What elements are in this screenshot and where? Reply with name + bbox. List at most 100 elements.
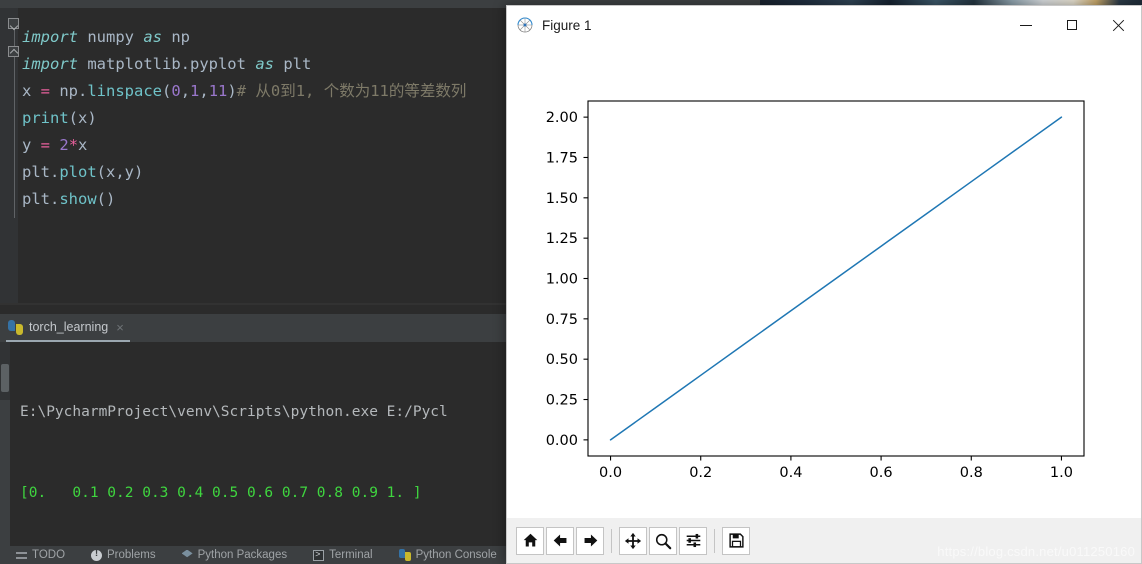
zoom-button[interactable] — [649, 526, 677, 555]
y-axis-tick-label: 1.50 — [546, 191, 578, 207]
code-token: print — [22, 109, 69, 127]
code-token: , — [199, 82, 209, 100]
code-token: np — [162, 28, 190, 46]
code-token: () — [96, 190, 116, 208]
y-axis-tick-label: 0.00 — [546, 433, 578, 449]
code-line: x = np.linspace(0,1,11)# 从0到1, 个数为11的等差数… — [22, 78, 466, 105]
minimize-button[interactable] — [1003, 6, 1049, 44]
subplots-button[interactable] — [679, 526, 707, 555]
y-axis-tick-label: 0.25 — [546, 393, 578, 409]
code-token: * — [68, 136, 79, 154]
figure-navigation-toolbar — [507, 518, 1141, 563]
save-button[interactable] — [722, 526, 750, 555]
move-arrows-icon — [624, 532, 642, 550]
y-axis-tick-label: 2.00 — [546, 110, 578, 126]
python-logo-icon — [8, 319, 23, 335]
status-item-label: Python Console — [415, 549, 497, 561]
code-token: = — [40, 82, 51, 100]
code-token: numpy — [78, 28, 144, 46]
status-item-label: TODO — [32, 549, 66, 561]
run-tab-torch-learning[interactable]: torch_learning × — [6, 314, 130, 342]
scrollbar-thumb[interactable] — [1, 364, 9, 392]
code-token: plt. — [22, 163, 60, 181]
pan-button[interactable] — [619, 526, 647, 555]
console-command-line: E:\PycharmProject\venv\Scripts\python.ex… — [20, 404, 448, 420]
code-token: 1 — [190, 82, 200, 100]
line-chart: 0.0 0.2 0.4 0.6 0.8 1.0 0.00 0.25 0.50 0.75 1.00 1.… — [546, 100, 1085, 481]
status-item-problems[interactable]: Problems — [91, 548, 156, 561]
code-token: import — [22, 55, 78, 73]
code-token: 0 — [171, 82, 181, 100]
code-token: matplotlib.pyplot — [78, 55, 256, 73]
floppy-disk-icon — [728, 532, 745, 549]
code-token: plt. — [22, 190, 60, 208]
code-token: ) — [227, 82, 237, 100]
y-axis-tick-label: 1.00 — [546, 272, 578, 288]
code-token: (x) — [68, 109, 97, 127]
window-controls — [1003, 6, 1141, 44]
todo-icon — [16, 550, 27, 561]
status-item-label: Problems — [107, 549, 156, 561]
sliders-icon — [685, 532, 702, 549]
home-icon — [522, 532, 539, 549]
fold-marker-icon[interactable] — [8, 18, 19, 29]
code-line: import numpy as np — [22, 24, 466, 51]
status-item-terminal[interactable]: Terminal — [313, 549, 373, 561]
figure-canvas[interactable]: 0.0 0.2 0.4 0.6 0.8 1.0 0.00 0.25 0.50 0.75 1.00 1.… — [507, 44, 1141, 520]
code-token: # 从0到1, 个数为11的等差数列 — [236, 82, 467, 100]
code-line: print(x) — [22, 105, 466, 132]
status-item-todo[interactable]: TODO — [16, 549, 65, 561]
editor-gutter[interactable] — [0, 8, 19, 303]
toolbar-separator — [611, 528, 612, 553]
matplotlib-figure-window[interactable]: Figure 1 0.0 0.2 0.4 0.6 0.8 1.0 0.00 0.25 0.50 0… — [506, 5, 1142, 564]
figure-title-bar[interactable]: Figure 1 — [507, 6, 1141, 44]
y-axis-tick-label: 1.75 — [546, 150, 578, 166]
code-line: plt.show() — [22, 186, 466, 213]
figure-window-title: Figure 1 — [542, 17, 592, 33]
x-axis-tick-label: 0.2 — [689, 465, 712, 481]
code-line: plt.plot(x,y) — [22, 159, 466, 186]
code-token: = — [40, 136, 51, 154]
forward-button[interactable] — [576, 526, 604, 555]
left-tool-strip[interactable] — [0, 400, 10, 546]
status-item-label: Python Packages — [197, 549, 288, 561]
code-token: plt — [273, 55, 312, 73]
code-token: ( — [162, 82, 172, 100]
code-token: y — [22, 136, 41, 154]
close-button[interactable] — [1095, 6, 1141, 44]
status-item-label: Terminal — [329, 549, 373, 561]
code-token: np. — [50, 82, 88, 100]
console-output-line: [0. 0.1 0.2 0.3 0.4 0.5 0.6 0.7 0.8 0.9 … — [20, 485, 422, 501]
toolbar-separator — [714, 528, 715, 553]
code-token: plot — [59, 163, 97, 181]
code-token: 11 — [208, 82, 228, 100]
maximize-button[interactable] — [1049, 6, 1095, 44]
code-token: import — [22, 28, 78, 46]
matplotlib-logo-icon — [517, 17, 533, 33]
python-console-icon — [398, 549, 411, 561]
home-button[interactable] — [516, 526, 544, 555]
y-axis-tick-label: 1.25 — [546, 231, 578, 247]
x-axis-tick-label: 0.6 — [870, 465, 893, 481]
x-axis-tick-label: 0.4 — [779, 465, 802, 481]
code-text[interactable]: import numpy as np import matplotlib.pypl… — [22, 24, 466, 213]
code-line: import matplotlib.pyplot as plt — [22, 51, 466, 78]
maximize-icon — [1066, 19, 1078, 31]
fold-marker-icon[interactable] — [8, 46, 19, 57]
magnifier-icon — [654, 532, 672, 550]
code-token: 2 — [59, 136, 69, 154]
status-item-python-console[interactable]: Python Console — [398, 549, 497, 561]
code-token: linspace — [87, 82, 162, 100]
terminal-icon — [313, 549, 325, 561]
code-token: as — [255, 55, 274, 73]
close-icon[interactable]: × — [114, 321, 124, 334]
run-tab-label: torch_learning — [29, 320, 109, 334]
back-button[interactable] — [546, 526, 574, 555]
code-token: show — [59, 190, 97, 208]
code-token: x — [22, 82, 41, 100]
x-axis-tick-label: 0.8 — [960, 465, 983, 481]
code-token: , — [180, 82, 191, 100]
y-axis-tick-label: 0.75 — [546, 312, 578, 328]
arrow-right-icon — [582, 532, 599, 549]
status-item-python-packages[interactable]: Python Packages — [181, 549, 288, 561]
